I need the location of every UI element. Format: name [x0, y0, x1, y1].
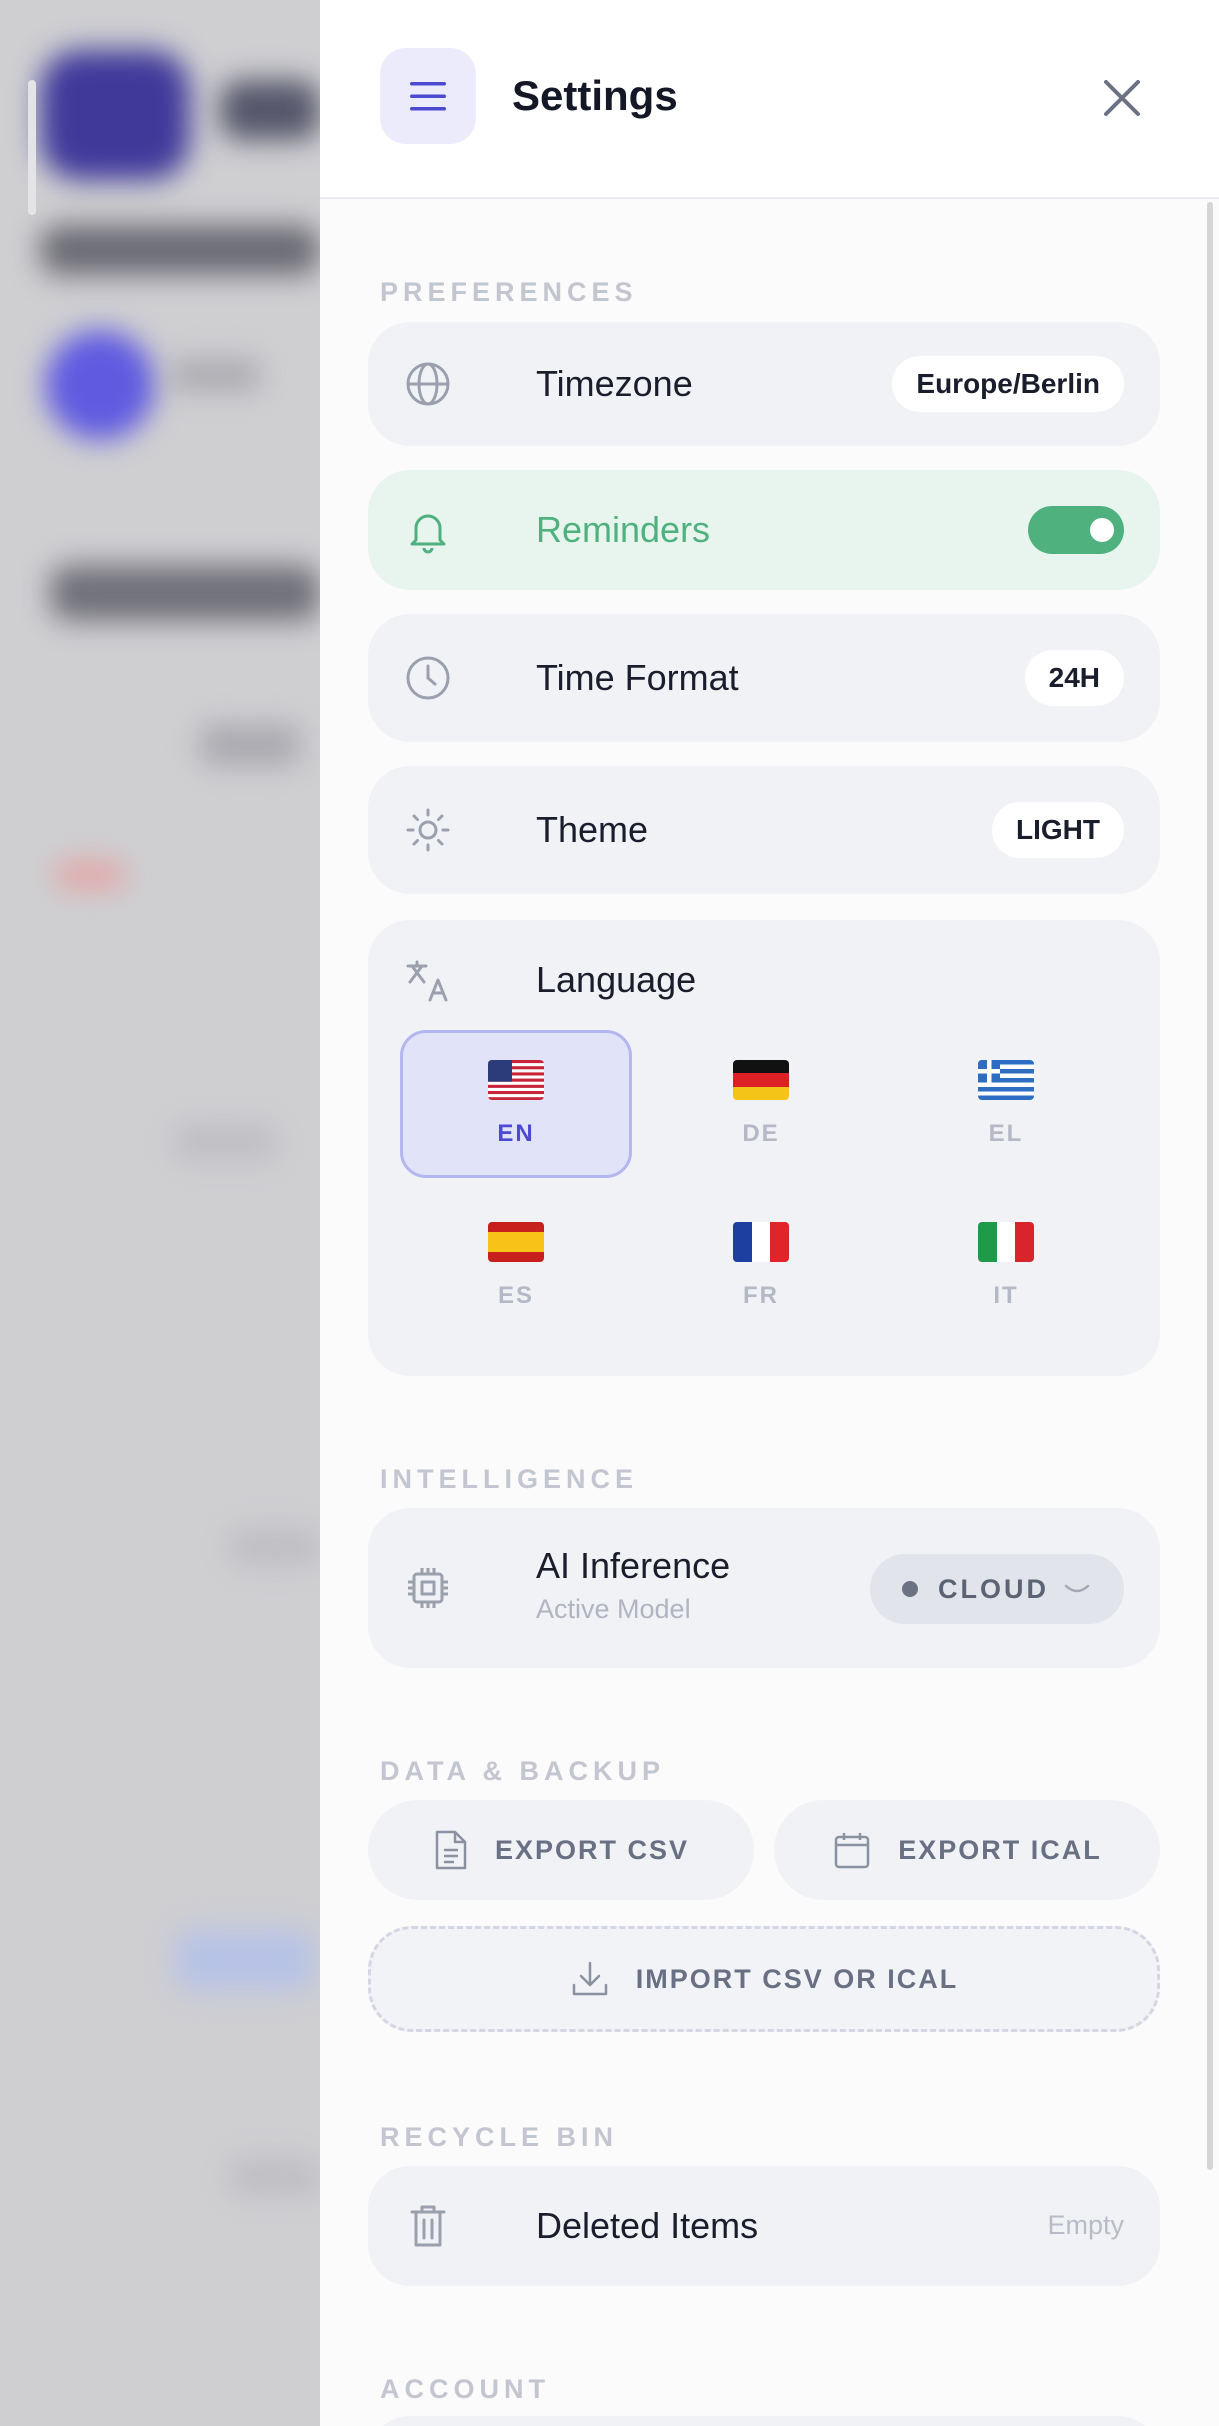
- fr-flag-icon: [733, 1222, 789, 1262]
- section-title-intelligence: INTELLIGENCE: [380, 1464, 639, 1494]
- language-label: Language: [536, 959, 697, 1000]
- ai-inference-sublabel: Active Model: [536, 1594, 691, 1624]
- file-icon: [435, 1830, 467, 1870]
- language-code: EN: [497, 1120, 535, 1147]
- it-flag-icon: [978, 1222, 1034, 1262]
- time-format-label: Time Format: [536, 657, 739, 698]
- ai-inference-label: AI Inference: [536, 1545, 731, 1586]
- reminders-label: Reminders: [536, 509, 711, 550]
- timezone-label: Timezone: [536, 363, 693, 404]
- reminders-row[interactable]: Reminders: [368, 470, 1160, 590]
- toggle-knob: [1090, 518, 1114, 542]
- language-code: ES: [497, 1282, 534, 1309]
- cpu-icon: [404, 1564, 452, 1612]
- download-icon: [572, 1961, 607, 1996]
- background-scrollbar: [28, 80, 36, 215]
- panel-scrollbar[interactable]: [1207, 202, 1213, 2170]
- gr-flag-icon: [978, 1060, 1034, 1100]
- trash-icon: [404, 2202, 452, 2250]
- deleted-items-row[interactable]: Deleted Items Empty: [368, 2166, 1160, 2286]
- language-option-it[interactable]: IT: [890, 1192, 1122, 1340]
- account-card[interactable]: [368, 2416, 1160, 2426]
- import-button[interactable]: IMPORT CSV OR ICAL: [368, 1926, 1160, 2032]
- panel-header: Settings: [320, 0, 1219, 199]
- language-code: EL: [988, 1120, 1024, 1147]
- deleted-items-status: Empty: [1047, 2210, 1124, 2240]
- section-title-data-backup: DATA & BACKUP: [380, 1756, 665, 1786]
- close-icon: [1104, 80, 1140, 116]
- section-title-recycle-bin: RECYCLE BIN: [380, 2122, 619, 2152]
- page-title: Settings: [512, 72, 678, 119]
- background-app: [0, 0, 320, 2426]
- theme-row[interactable]: Theme LIGHT: [368, 766, 1160, 894]
- es-flag-icon: [488, 1222, 544, 1262]
- us-flag-icon: [488, 1060, 544, 1100]
- export-ical-label: EXPORT ICAL: [898, 1834, 1102, 1865]
- language-code: FR: [743, 1282, 779, 1309]
- export-csv-label: EXPORT CSV: [494, 1834, 690, 1865]
- time-format-value[interactable]: 24H: [1024, 650, 1124, 706]
- bell-icon: [404, 506, 452, 554]
- status-dot: [902, 1581, 918, 1597]
- chevron-down-icon: [1064, 1584, 1090, 1593]
- language-option-es[interactable]: ES: [400, 1192, 632, 1340]
- section-title-account: ACCOUNT: [380, 2374, 550, 2404]
- section-title-preferences: PREFERENCES: [380, 277, 638, 307]
- language-option-de[interactable]: DE: [645, 1030, 877, 1178]
- clock-icon: [404, 654, 452, 702]
- ai-inference-row[interactable]: AI Inference Active Model CLOUD: [368, 1508, 1160, 1668]
- translate-icon: [404, 956, 452, 1004]
- hamburger-icon: [410, 82, 446, 111]
- close-button[interactable]: [1080, 56, 1164, 140]
- menu-button[interactable]: [380, 48, 476, 144]
- de-flag-icon: [733, 1060, 789, 1100]
- model-value: CLOUD: [938, 1573, 1049, 1604]
- deleted-items-label: Deleted Items: [536, 2205, 759, 2246]
- globe-icon: [404, 360, 452, 408]
- language-code: DE: [742, 1120, 780, 1147]
- reminders-toggle[interactable]: [1028, 506, 1124, 554]
- language-option-el[interactable]: EL: [890, 1030, 1122, 1178]
- model-select[interactable]: CLOUD: [870, 1554, 1124, 1624]
- language-card: Language EN DE EL ES FR IT: [368, 920, 1160, 1376]
- export-ical-button[interactable]: EXPORT ICAL: [774, 1800, 1160, 1900]
- language-code: IT: [993, 1282, 1019, 1309]
- calendar-icon: [834, 1833, 870, 1869]
- language-option-en[interactable]: EN: [400, 1030, 632, 1178]
- language-option-fr[interactable]: FR: [645, 1192, 877, 1340]
- timezone-value[interactable]: Europe/Berlin: [892, 356, 1124, 412]
- export-csv-button[interactable]: EXPORT CSV: [368, 1800, 754, 1900]
- time-format-row[interactable]: Time Format 24H: [368, 614, 1160, 742]
- settings-panel: Settings PREFERENCES Timezone Europe/Ber…: [320, 0, 1219, 2426]
- theme-value[interactable]: LIGHT: [992, 802, 1124, 858]
- import-label: IMPORT CSV OR ICAL: [635, 1963, 959, 1994]
- theme-label: Theme: [536, 809, 649, 850]
- timezone-row[interactable]: Timezone Europe/Berlin: [368, 322, 1160, 446]
- sun-icon: [404, 806, 452, 854]
